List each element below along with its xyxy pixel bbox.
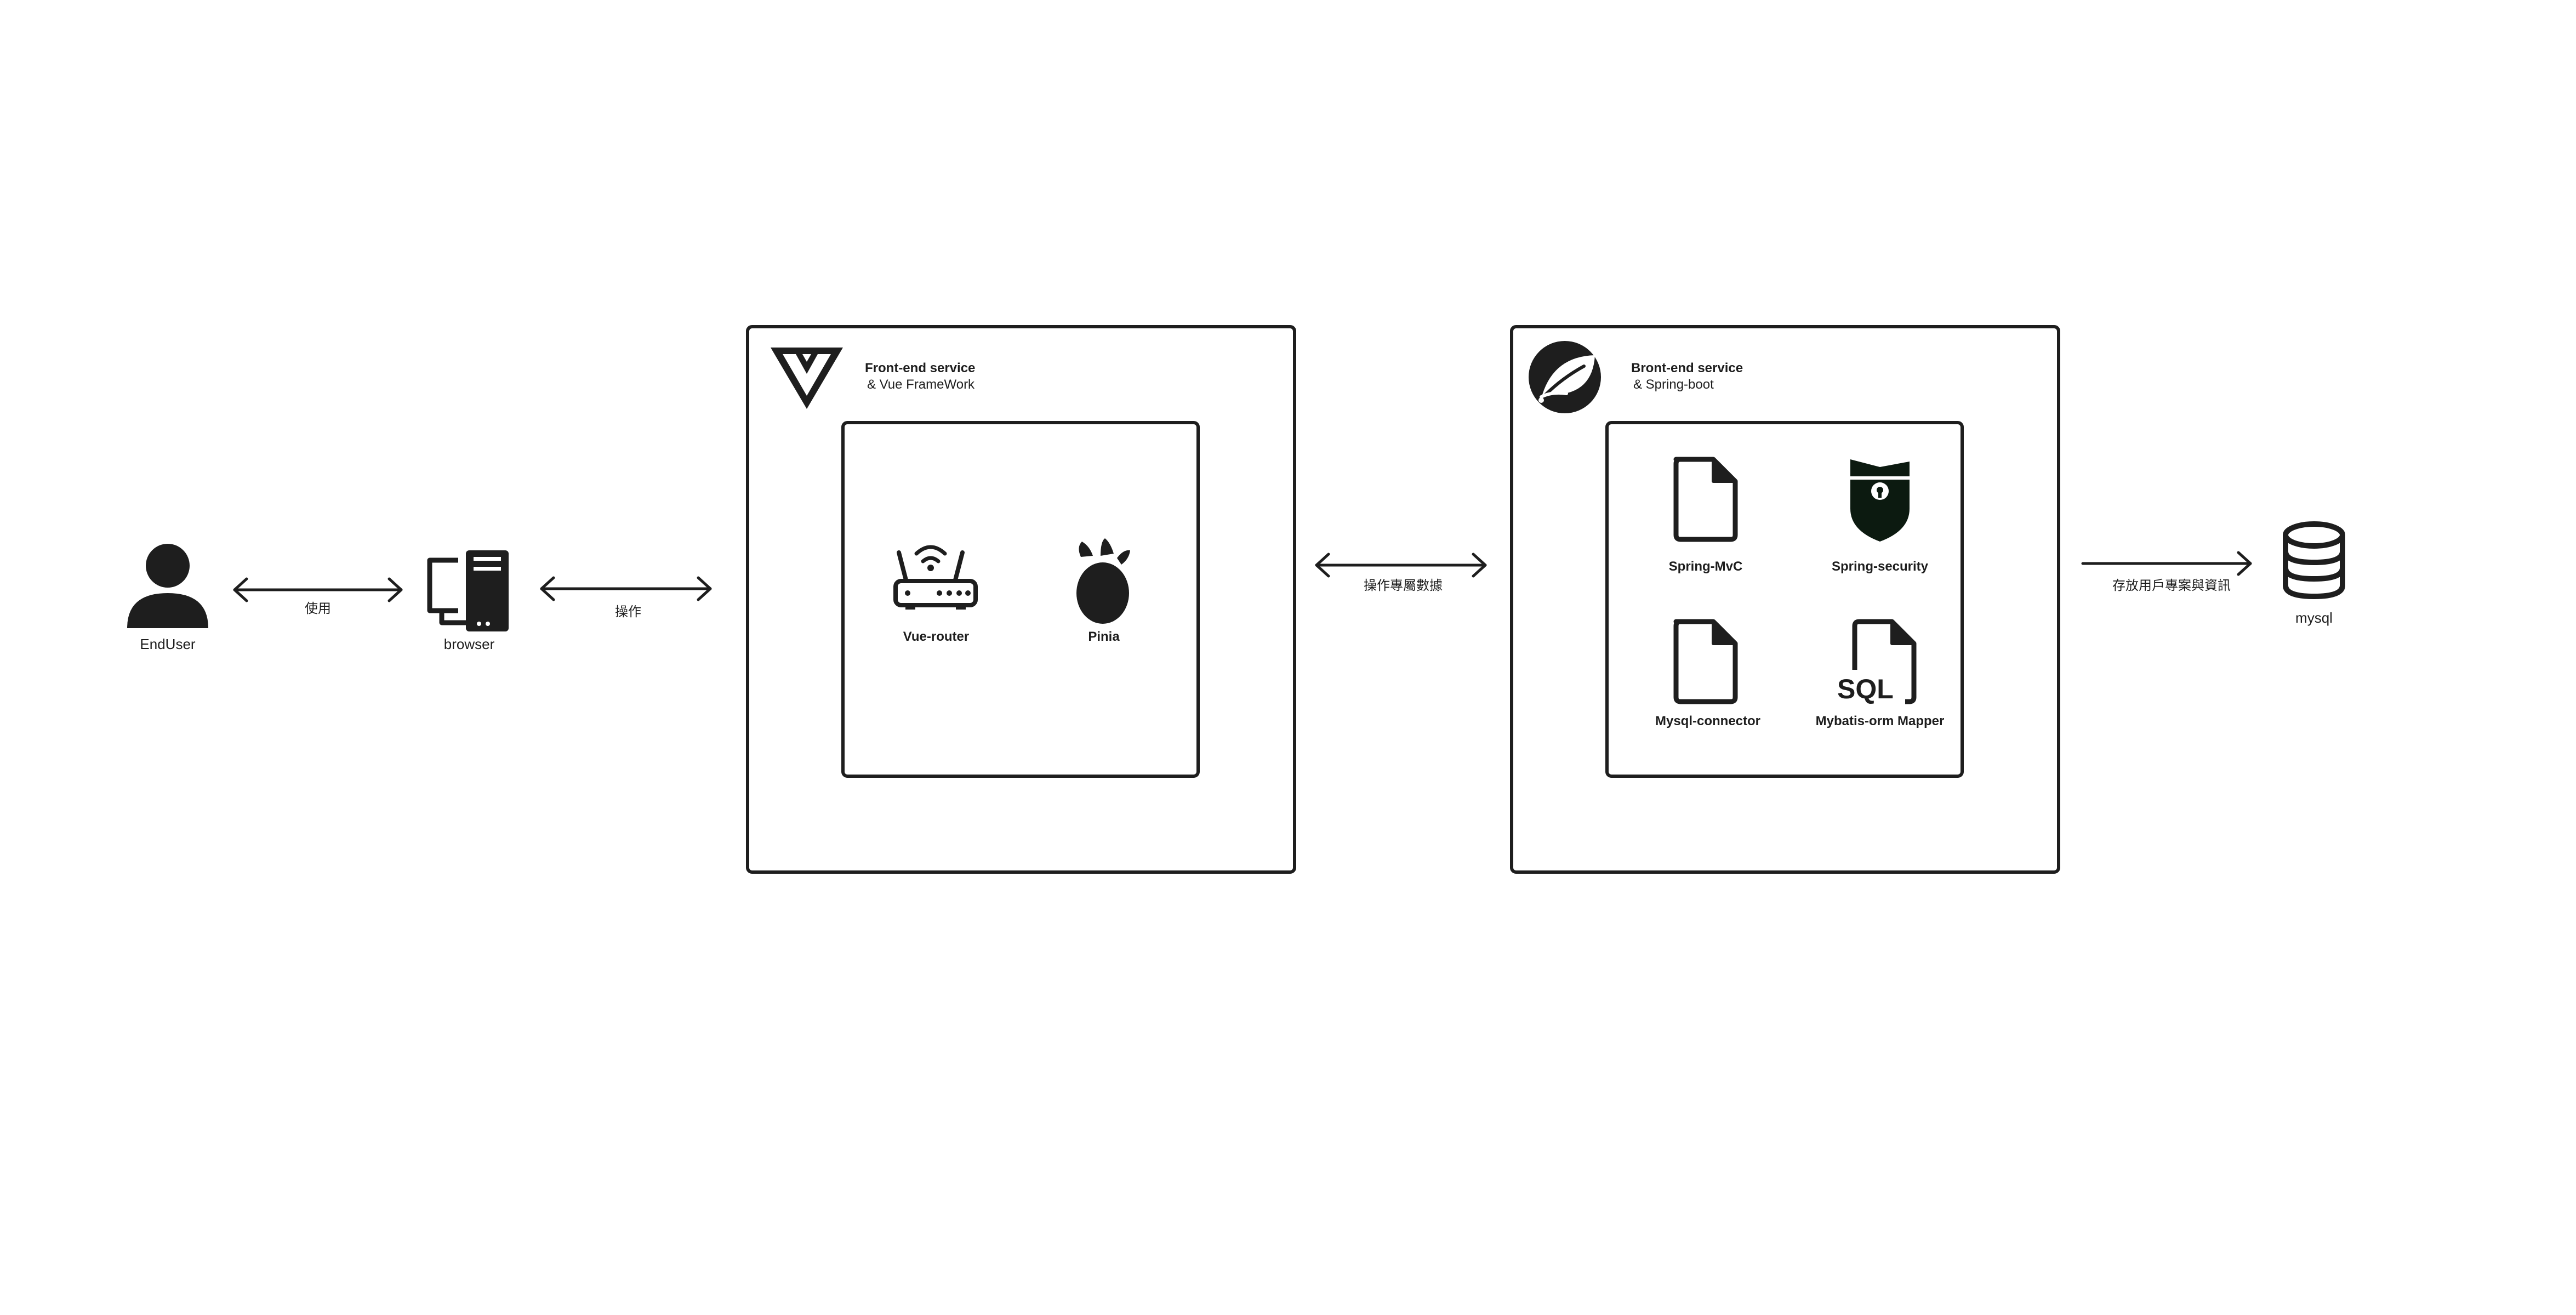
spring-mvc-label: Spring-MvC [1668,559,1743,574]
vue-router-label: Vue-router [903,629,970,644]
shield-icon [1850,459,1910,542]
spring-logo-icon [1529,341,1601,413]
frontend-subtitle: & Vue FrameWork [867,377,975,392]
vue-logo-icon [771,348,843,409]
mysql-connector-file-icon [1676,622,1735,702]
pinia-label: Pinia [1088,629,1120,644]
architecture-diagram: EndUser browser mysql 使用 操作 操作專屬數據 存放用戶專… [0,0,2576,1315]
edge-label-use: 使用 [305,601,331,616]
spring-security-label: Spring-security [1831,559,1929,574]
mysql-connector-label: Mysql-connector [1655,714,1761,728]
user-icon [127,544,208,628]
edge-label-store-user-data: 存放用戶專案與資訊 [2112,578,2231,593]
mybatis-mapper-label: Mybatis-orm Mapper [1815,714,1945,728]
computer-icon [427,550,509,631]
arrow-frontend-backend [1315,553,1487,578]
arrow-backend-mysql [2081,551,2252,576]
arrow-browser-frontend [540,576,712,601]
diagram-canvas [127,325,2345,874]
mysql-label: mysql [2295,610,2333,626]
edge-label-operate: 操作 [615,605,641,619]
frontend-container [746,325,1296,874]
frontend-title: Front-end service [865,361,976,375]
end-user-label: EndUser [140,636,196,652]
spring-mvc-file-icon [1676,459,1735,539]
sql-glyph: SQL [1837,674,1894,704]
router-icon [893,545,978,610]
browser-label: browser [443,636,495,652]
pinia-icon [1076,538,1130,624]
backend-container [1510,325,2060,874]
backend-subtitle: & Spring-boot [1633,377,1714,392]
edge-label-operate-data: 操作專屬數據 [1364,578,1443,593]
database-icon [2283,521,2345,600]
backend-title: Bront-end service [1631,361,1743,375]
